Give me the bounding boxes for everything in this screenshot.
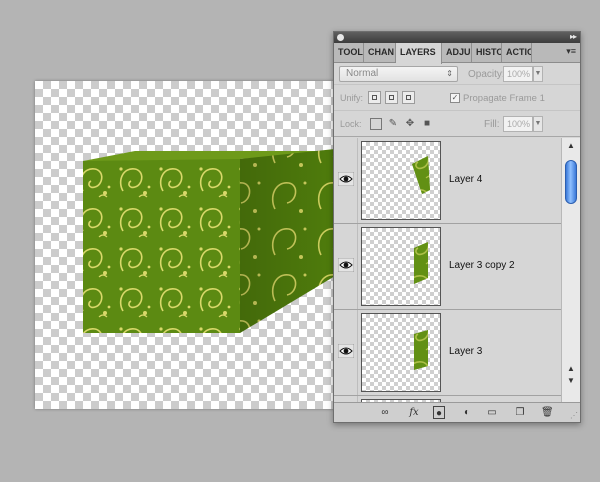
layer-thumbnail[interactable] [361,227,441,306]
lock-brush-icon[interactable]: ✎ [387,118,399,130]
canvas-document[interactable] [35,81,335,409]
unify-row: Unify: ✓ Propagate Frame 1 [334,85,580,111]
lock-move-icon[interactable]: ✥ [404,118,416,130]
propagate-checkbox[interactable]: ✓ [450,93,460,103]
folder-icon[interactable]: ▭ [486,406,498,419]
lock-row: Lock: ✎ ✥ ■ Fill: 100% ▼ [334,111,580,137]
fx-icon[interactable]: fx [406,406,422,419]
new-layer-icon[interactable]: ❐ [514,406,526,419]
collapse-icon[interactable]: ▸▸ [570,32,577,41]
panel-titlebar[interactable]: ▸▸ [334,32,580,43]
resize-grip-icon[interactable]: ⋰ [570,411,578,420]
tab-tools[interactable]: TOOL [334,43,364,62]
unify-label: Unify: [340,93,364,103]
lock-label: Lock: [340,119,362,129]
opacity-label: Opacity: [468,69,505,80]
layer-scrollbar[interactable]: ▲ ▲ ▼ [561,138,580,404]
cube-front-face [83,151,240,333]
layer-row[interactable]: Layer 3 copy 2 [334,224,561,310]
unify-style-icon[interactable] [402,91,415,104]
layer-name: Layer 4 [449,174,483,185]
adjustment-icon[interactable]: ◐ [461,406,473,419]
scroll-up-icon[interactable]: ▲ [567,364,575,373]
layer-row[interactable]: Layer 3 [334,310,561,396]
propagate-label: Propagate Frame 1 [463,93,545,104]
close-icon[interactable] [337,34,344,41]
layers-panel: ▸▸ TOOL CHAN LAYERS ADJU HISTO ACTIO ▾≡ … [333,31,581,423]
tab-history[interactable]: HISTO [472,43,502,62]
layer-thumbnail[interactable] [361,313,441,392]
fill-label: Fill: [484,119,500,130]
mask-icon[interactable]: ● [433,406,445,419]
layer-name: Layer 3 copy 2 [449,260,515,271]
tab-actions[interactable]: ACTIO [502,43,532,62]
opacity-dropdown-icon[interactable]: ▼ [533,66,543,82]
eye-icon[interactable] [338,172,354,186]
lock-transparency-icon[interactable] [370,118,382,130]
scroll-down-icon[interactable]: ▼ [567,376,575,385]
scroll-thumb[interactable] [565,160,577,204]
eye-icon[interactable] [338,344,354,358]
fill-input[interactable]: 100% [503,116,533,132]
layer-name: Layer 3 [449,346,483,357]
opacity-input[interactable]: 100% [503,66,533,82]
patterned-cube [83,149,335,333]
panel-tabs: TOOL CHAN LAYERS ADJU HISTO ACTIO ▾≡ [334,43,580,64]
fill-dropdown-icon[interactable]: ▼ [533,116,543,132]
eye-icon[interactable] [338,258,354,272]
layer-row[interactable]: Layer 4 [334,138,561,224]
tab-adjustments[interactable]: ADJU [442,43,472,62]
tab-channels[interactable]: CHAN [364,43,396,62]
lock-all-icon[interactable]: ■ [421,118,433,130]
panel-menu-icon[interactable]: ▾≡ [566,46,576,57]
panel-bottom-toolbar: ∞ fx ● ◐ ▭ ❐ 🗑 ⋰ [334,402,580,422]
blend-row: Normal ⇕ Opacity: 100% ▼ [334,63,580,85]
link-layers-icon[interactable]: ∞ [376,406,394,419]
select-arrows-icon: ⇕ [446,69,453,78]
unify-visibility-icon[interactable] [385,91,398,104]
scroll-up-icon[interactable]: ▲ [567,141,575,150]
unify-position-icon[interactable] [368,91,381,104]
blend-mode-value: Normal [346,68,379,79]
trash-icon[interactable]: 🗑 [541,406,554,419]
layer-thumbnail[interactable] [361,141,441,220]
tab-layers[interactable]: LAYERS [396,43,442,64]
blend-mode-select[interactable]: Normal ⇕ [339,66,458,82]
layer-list: Layer 4 Layer 3 copy 2 Layer 3 [334,138,561,404]
